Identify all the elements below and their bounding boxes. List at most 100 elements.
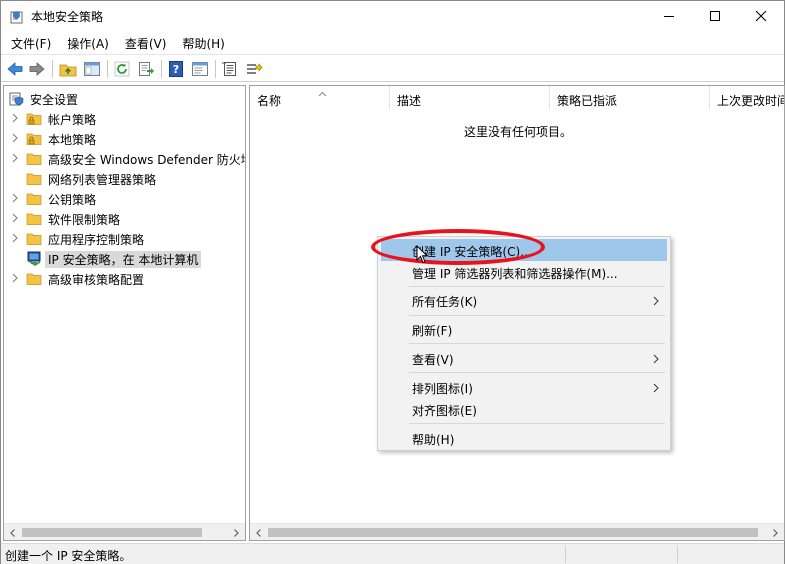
menu-item-line-up-icons[interactable]: 对齐图标(E): [381, 398, 667, 420]
maximize-icon: [710, 11, 720, 21]
chevron-right-icon[interactable]: [10, 112, 20, 124]
column-header-name[interactable]: 名称: [250, 86, 390, 110]
menu-item-label: 查看(V): [412, 353, 454, 367]
chevron-right-icon[interactable]: [10, 232, 20, 244]
folder-icon: [26, 150, 42, 166]
menu-item-label: 所有任务(K): [412, 295, 478, 309]
export-list-icon: [139, 62, 154, 76]
menu-separator: [409, 372, 665, 373]
tree-item-label: 应用程序控制策略: [48, 233, 145, 247]
scroll-right-icon[interactable]: [770, 527, 780, 537]
svg-text:?: ?: [173, 63, 179, 76]
menu-item-arrange-icons[interactable]: 排列图标(I): [381, 376, 667, 398]
tree-item-label: 本地策略: [48, 133, 97, 147]
status-bar: 创建一个 IP 安全策略。: [1, 543, 784, 564]
chevron-right-icon[interactable]: [10, 192, 20, 204]
close-icon: [755, 10, 767, 22]
policy-list-icon: [222, 62, 236, 76]
tree-item-software-restriction[interactable]: 软件限制策略: [4, 208, 245, 228]
assign-arrow-icon: [247, 63, 263, 74]
menu-item-refresh[interactable]: 刷新(F): [381, 318, 667, 340]
scroll-thumb[interactable]: [268, 528, 758, 537]
menu-help[interactable]: 帮助(H): [172, 32, 230, 54]
refresh-button[interactable]: [113, 60, 131, 78]
status-divider: [677, 546, 678, 563]
tree-item-public-key-policies[interactable]: 公钥策略: [4, 188, 245, 208]
column-header-label: 上次更改时间: [717, 94, 785, 108]
tree-item-advanced-audit[interactable]: 高级审核策略配置: [4, 268, 245, 288]
toolbar-separator: [52, 60, 53, 78]
column-header-last-modified[interactable]: 上次更改时间: [710, 86, 785, 110]
column-header-label: 名称: [257, 94, 282, 108]
tree-item-local-policies[interactable]: 本地策略: [4, 128, 245, 148]
menu-file[interactable]: 文件(F): [1, 32, 57, 54]
menu-item-view[interactable]: 查看(V): [381, 347, 667, 369]
tree-item-ip-security-policies[interactable]: IP 安全策略，在 本地计算机: [4, 248, 245, 268]
tree-item-label: 高级审核策略配置: [48, 273, 145, 287]
tree-item-account-policies[interactable]: 帐户策略: [4, 108, 245, 128]
empty-list-message: 这里没有任何项目。: [463, 125, 572, 139]
tree-item-network-list-manager[interactable]: 网络列表管理器策略: [4, 168, 245, 188]
back-arrow-icon: [7, 62, 23, 76]
folder-up-icon: [59, 64, 77, 77]
help-icon: ?: [169, 61, 183, 77]
refresh-icon: [114, 61, 130, 77]
show-hide-console-tree-button[interactable]: [83, 60, 101, 78]
column-header-label: 策略已指派: [557, 94, 618, 108]
menu-view[interactable]: 查看(V): [115, 32, 173, 54]
status-divider: [565, 546, 566, 563]
maximize-button[interactable]: [692, 1, 738, 31]
tree-item-windows-defender-firewall[interactable]: 高级安全 Windows Defender 防火墙: [4, 148, 245, 168]
menu-separator: [409, 315, 665, 316]
menu-bar: 文件(F) 操作(A) 查看(V) 帮助(H): [1, 32, 231, 54]
menu-item-help[interactable]: 帮助(H): [381, 427, 667, 449]
tree-item-label: 安全设置: [30, 93, 79, 107]
menu-separator: [409, 343, 665, 344]
menu-item-label: 帮助(H): [412, 433, 455, 447]
tree-item-application-control[interactable]: 应用程序控制策略: [4, 228, 245, 248]
scroll-left-icon[interactable]: [254, 527, 264, 537]
menu-action[interactable]: 操作(A): [57, 32, 115, 54]
close-button[interactable]: [738, 1, 784, 31]
tree-item-label: 帐户策略: [48, 113, 97, 127]
ip-security-icon: [26, 250, 42, 266]
menu-item-all-tasks[interactable]: 所有任务(K): [381, 289, 667, 311]
scroll-left-icon[interactable]: [8, 527, 18, 537]
chevron-right-icon[interactable]: [10, 152, 20, 164]
export-list-button[interactable]: [137, 60, 155, 78]
mouse-pointer-icon: [416, 244, 429, 264]
toolbar-separator: [215, 60, 216, 78]
assign-policy-button[interactable]: [245, 60, 263, 78]
toolbar-separator: [107, 60, 108, 78]
status-text: 创建一个 IP 安全策略。: [5, 549, 132, 563]
new-policy-list-button[interactable]: [221, 60, 239, 78]
chevron-right-icon[interactable]: [10, 132, 20, 144]
folder-icon: [26, 210, 42, 226]
console-tree-icon: [84, 62, 100, 76]
show-hide-action-pane-button[interactable]: [191, 60, 209, 78]
column-header-description[interactable]: 描述: [390, 86, 550, 110]
tree-item-security-settings[interactable]: 安全设置: [4, 88, 245, 108]
menu-item-manage-ip-filter-lists[interactable]: 管理 IP 筛选器列表和筛选器操作(M)...: [381, 261, 667, 283]
minimize-button[interactable]: [646, 1, 692, 31]
up-one-level-button[interactable]: [59, 60, 77, 78]
chevron-right-icon[interactable]: [10, 212, 20, 224]
scroll-thumb[interactable]: [22, 528, 202, 537]
chevron-right-icon[interactable]: [10, 272, 20, 284]
sort-ascending-icon: [318, 86, 327, 100]
folder-icon: [26, 230, 42, 246]
console-tree-pane[interactable]: 安全设置 帐户策略 本地策略 高级安全 Windows Defender 防火墙…: [3, 85, 246, 541]
forward-button[interactable]: [28, 60, 46, 78]
tree-horizontal-scrollbar[interactable]: [4, 523, 245, 540]
scroll-right-icon[interactable]: [231, 527, 241, 537]
results-horizontal-scrollbar[interactable]: [250, 523, 784, 540]
title-bar: 本地安全策略: [1, 1, 784, 31]
window-title: 本地安全策略: [31, 10, 104, 24]
menu-item-label: 创建 IP 安全策略(C)...: [412, 245, 532, 259]
toolbar: ?: [1, 54, 784, 82]
folder-icon: [26, 190, 42, 206]
tree-item-label: 软件限制策略: [48, 213, 121, 227]
back-button[interactable]: [6, 60, 24, 78]
help-button[interactable]: ?: [167, 60, 185, 78]
column-header-assigned[interactable]: 策略已指派: [550, 86, 710, 110]
